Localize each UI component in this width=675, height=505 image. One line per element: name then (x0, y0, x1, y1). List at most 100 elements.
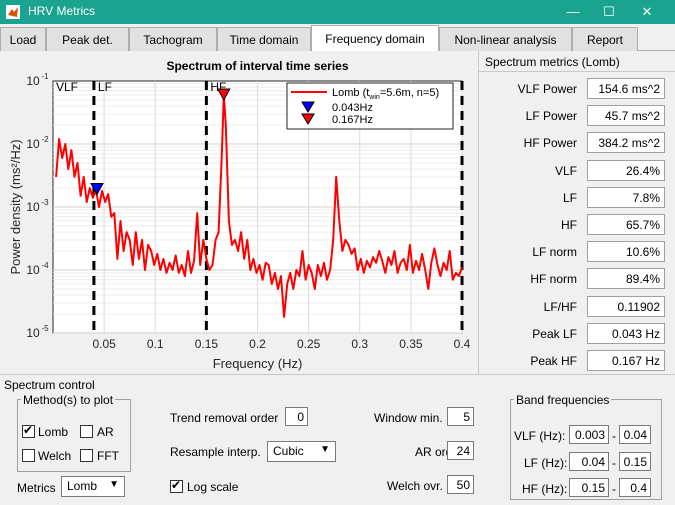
methods-group: Method(s) to plot ✔ Lomb AR Welch FFT (17, 393, 131, 472)
metrics-panel-title: Spectrum metrics (Lomb) (485, 55, 620, 69)
x-tick-label: 0.1 (147, 337, 164, 351)
methods-group-title: Method(s) to plot (21, 393, 116, 407)
metric-value-hf: 65.7% (587, 214, 665, 235)
lf-max-input[interactable]: 0.15 (619, 452, 651, 471)
x-tick-label: 0.25 (297, 337, 321, 351)
legend-entry-lomb: Lomb (twin=5.6m, n=5) (332, 87, 439, 101)
range-separator: - (612, 456, 616, 470)
check-mark-icon: ✔ (23, 423, 34, 437)
metric-label-peak-hf: Peak HF (530, 354, 577, 368)
x-tick-label: 0.35 (399, 337, 423, 351)
dropdown-arrow-icon: ▼ (320, 444, 330, 455)
tab-tachogram[interactable]: Tachogram (129, 27, 217, 51)
vlf-min-input[interactable]: 0.003 (569, 425, 609, 444)
hf-min-input[interactable]: 0.15 (569, 478, 609, 497)
window-title: HRV Metrics (28, 4, 96, 18)
minimize-button[interactable]: — (556, 0, 590, 24)
log-scale-checkbox[interactable]: ✔ (170, 478, 183, 493)
tab-peak-detection[interactable]: Peak det. (46, 27, 129, 51)
band-label: VLF (56, 80, 78, 94)
lomb-label: Lomb (38, 425, 69, 439)
metric-value-vlf-power: 154.6 ms^2 (587, 78, 665, 99)
band-frequencies-title: Band frequencies (514, 393, 612, 407)
metric-label-vlf-power: VLF Power (517, 82, 577, 96)
metric-value-lf-norm: 10.6% (587, 241, 665, 263)
spectrum-control-panel: Spectrum control Method(s) to plot ✔ Lom… (0, 374, 675, 505)
tab-report[interactable]: Report (572, 27, 638, 51)
metrics-select-label: Metrics (17, 481, 56, 495)
lf-band-label: LF (Hz): (524, 456, 568, 470)
welch-checkbox[interactable] (22, 449, 35, 462)
y-tick-label: 10 (26, 326, 40, 340)
y-tick-label: 10 (26, 74, 40, 88)
y-tick-exponent: -4 (41, 261, 49, 270)
welch-label: Welch (38, 449, 72, 463)
trend-removal-input[interactable]: 0 (285, 407, 308, 426)
window-min-input[interactable]: 5 (447, 407, 474, 426)
metric-value-vlf: 26.4% (587, 159, 665, 181)
ar-checkbox[interactable] (80, 425, 93, 438)
tab-frequency-domain[interactable]: Frequency domain (311, 25, 439, 52)
close-button[interactable]: ✕ (630, 0, 664, 24)
metric-value-hf-norm: 89.4% (587, 268, 665, 290)
y-tick-exponent: -3 (41, 198, 49, 207)
range-separator: - (612, 482, 616, 496)
check-mark-icon: ✔ (171, 478, 182, 492)
metric-value-lf-power: 45.7 ms^2 (587, 105, 665, 127)
y-tick-exponent: -1 (41, 72, 49, 81)
welch-overlap-input[interactable]: 50 (447, 475, 474, 494)
ar-label: AR (97, 425, 114, 439)
y-tick-label: 10 (26, 137, 40, 151)
lomb-checkbox[interactable]: ✔ (22, 423, 35, 438)
metric-label-vlf: VLF (554, 163, 577, 178)
band-label: LF (98, 80, 112, 94)
metric-label-hf-norm: HF norm (530, 272, 577, 287)
legend-entry-peak: 0.043Hz (332, 102, 373, 114)
ar-order-input[interactable]: 24 (447, 441, 474, 460)
fft-label: FFT (97, 449, 119, 463)
tab-time-domain[interactable]: Time domain (217, 27, 311, 51)
metric-label-lf-power: LF Power (525, 109, 577, 124)
hf-band-label: HF (Hz): (522, 482, 568, 496)
tab-non-linear-analysis[interactable]: Non-linear analysis (439, 27, 572, 51)
y-tick-label: 10 (26, 263, 40, 277)
metric-label-hf: HF (561, 218, 577, 232)
hf-max-input[interactable]: 0.4 (619, 478, 651, 497)
metric-label-lf-norm: LF norm (532, 245, 577, 260)
x-tick-label: 0.4 (454, 337, 471, 351)
chart-title: Spectrum of interval time series (166, 59, 348, 73)
legend-entry-peak: 0.167Hz (332, 114, 373, 126)
metric-value-lf: 7.8% (587, 186, 665, 208)
log-scale-label: Log scale (187, 480, 239, 494)
x-axis-label: Frequency (Hz) (213, 356, 303, 371)
metric-label-lf: LF (562, 190, 577, 205)
metrics-divider (479, 71, 675, 72)
resample-interp-select[interactable]: Cubic ▼ (267, 441, 336, 462)
spectrum-metrics-panel: Spectrum metrics (Lomb) VLF Power 154.6 m… (478, 51, 675, 374)
band-frequencies-group: Band frequencies VLF (Hz): 0.003 - 0.04 … (510, 393, 662, 500)
vlf-band-label: VLF (Hz): (514, 429, 566, 443)
metric-label-peak-lf: Peak LF (532, 326, 577, 341)
x-tick-label: 0.15 (195, 337, 219, 351)
metrics-select-value: Lomb (67, 479, 98, 493)
metric-label-lf-hf: LF/HF (543, 299, 577, 314)
metrics-select[interactable]: Lomb ▼ (61, 476, 125, 497)
window-min-label: Window min. (374, 411, 443, 425)
spectrum-control-title: Spectrum control (4, 378, 95, 392)
metric-value-lf-hf: 0.11902 (587, 295, 665, 317)
y-tick-exponent: -5 (41, 324, 49, 333)
trend-removal-label: Trend removal order (170, 411, 279, 425)
dropdown-arrow-icon: ▼ (109, 479, 119, 490)
metric-value-peak-lf: 0.043 Hz (587, 322, 665, 344)
maximize-button[interactable]: ☐ (592, 0, 626, 24)
title-bar: HRV Metrics — ☐ ✕ (0, 0, 675, 24)
tab-bar: Load Peak det. Tachogram Time domain Fre… (0, 25, 675, 52)
vlf-max-input[interactable]: 0.04 (619, 425, 651, 444)
x-tick-label: 0.05 (92, 337, 116, 351)
y-axis-label: Power density (ms²/Hz) (8, 139, 23, 274)
fft-checkbox[interactable] (80, 449, 93, 462)
spectrum-chart[interactable]: 0.05 0.1 0.15 0.2 0.25 0.3 0.35 0.410 -510 -410 -3… (0, 51, 478, 374)
lf-min-input[interactable]: 0.04 (569, 452, 609, 471)
tab-load[interactable]: Load (0, 27, 46, 51)
y-tick-label: 10 (26, 200, 40, 214)
